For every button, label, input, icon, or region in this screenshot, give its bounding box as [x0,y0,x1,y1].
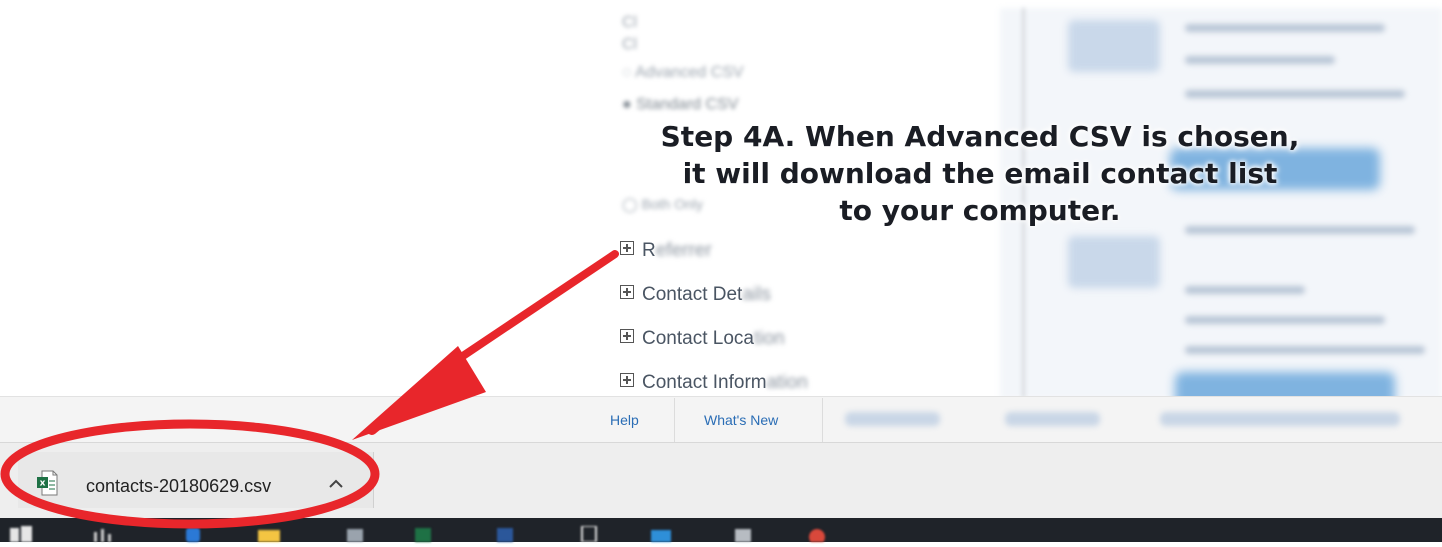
instruction-line: to your computer. [839,194,1121,227]
chrome-icon[interactable] [806,526,828,545]
step-instruction: Step 4A. When Advanced CSV is chosen, it… [560,118,1400,229]
store-icon[interactable] [344,526,366,542]
download-file-name[interactable]: contacts-20180629.csv [86,476,271,497]
panel-card [1068,236,1160,288]
file-explorer-icon[interactable] [258,526,280,542]
expand-icon [620,241,634,255]
expand-icon [620,373,634,387]
arrow-shaft [441,250,619,372]
start-icon[interactable] [10,526,32,542]
faded-radio-option: ● Standard CSV [622,96,739,113]
instruction-line: it will download the email contact list [682,157,1278,190]
panel-line [1185,346,1425,354]
excel-csv-icon: x [37,470,58,496]
tree-item-contact-details[interactable]: Contact Details [620,284,771,306]
mail-icon[interactable] [650,526,672,542]
tree-item-contact-information[interactable]: Contact Information [620,372,808,394]
panel-line [1185,286,1305,294]
whats-new-link[interactable]: What's New [704,412,778,428]
tablet-icon[interactable] [578,525,600,543]
blurred-footer-link [845,412,940,426]
tree-item-referrer[interactable]: Referrer [620,240,712,262]
footer-separator [674,398,675,442]
footer-separator [822,398,823,442]
chevron-up-icon[interactable] [322,470,350,498]
edge-icon[interactable] [182,526,204,542]
blurred-footer-link [1005,412,1100,426]
panel-line [1185,90,1405,98]
word-icon[interactable] [494,526,516,542]
panel-card [1068,20,1160,72]
svg-text:x: x [40,479,46,489]
panel-line [1185,56,1335,64]
expand-icon [620,329,634,343]
faded-radio-option: ◌ Advanced CSV [622,64,744,81]
instruction-line: Step 4A. When Advanced CSV is chosen, [660,120,1300,153]
blurred-footer-link [1160,412,1400,426]
windows-taskbar [0,518,1442,542]
tree-item-contact-location[interactable]: Contact Location [620,328,785,350]
app-icon[interactable] [732,526,754,542]
faded-option: Cl [622,36,638,53]
expand-icon [620,285,634,299]
task-view-icon[interactable] [92,526,114,542]
faded-option: Cl [622,14,638,31]
help-link[interactable]: Help [610,412,639,428]
panel-line [1185,24,1385,32]
panel-line [1185,316,1385,324]
excel-icon[interactable] [412,526,434,542]
